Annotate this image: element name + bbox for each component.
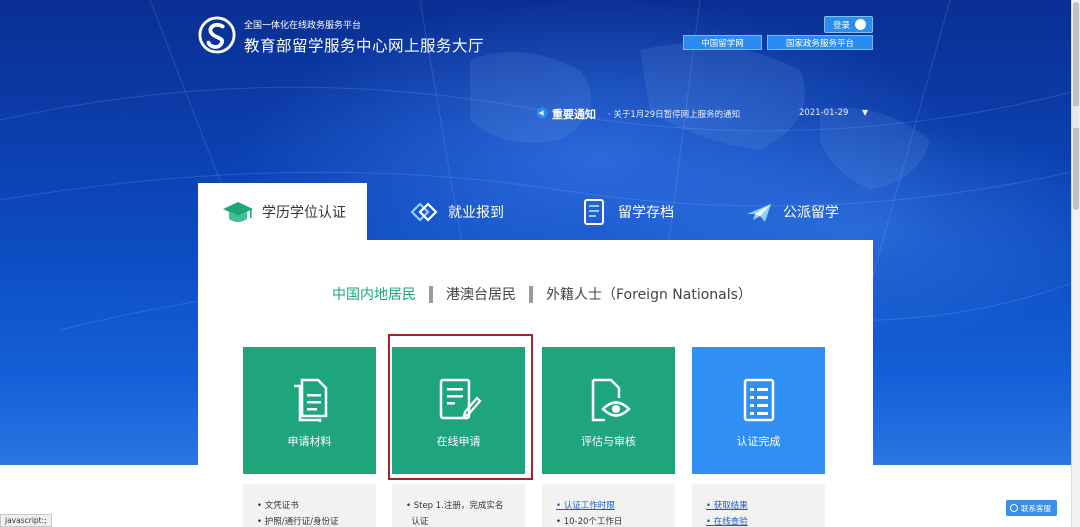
link-china-study-abroad[interactable]: 中国留学网	[683, 35, 762, 50]
tab-study-abroad-archive[interactable]: 留学存档	[578, 183, 708, 240]
highlight-box	[388, 334, 533, 480]
step-info-online-application: • Step 1.注册，完成实名 认证	[392, 484, 525, 527]
tab-label: 就业报到	[448, 204, 504, 221]
document-review-icon	[591, 378, 631, 422]
category-mainland-residents[interactable]: 中国内地居民	[332, 284, 416, 304]
step-info-materials: • 文凭证书 • 护照/通行证/身份证	[243, 484, 376, 527]
notice-date: 2021-01-29	[799, 108, 849, 118]
info-link-online-verification[interactable]: • 在线查验	[706, 514, 825, 527]
category-hk-macao-taiwan[interactable]: 港澳台居民	[446, 284, 516, 304]
info-line: • 文凭证书	[257, 501, 299, 511]
login-button[interactable]: 登录	[824, 16, 873, 33]
tab-employment-report[interactable]: 就业报到	[408, 183, 538, 240]
contact-service-label: 联系客服	[1021, 503, 1051, 513]
step-application-materials[interactable]: 申请材料	[243, 347, 376, 474]
notice-link[interactable]: · 关于1月29日暂停网上服务的通知	[608, 108, 740, 120]
category-divider	[529, 285, 533, 303]
tab-degree-certification[interactable]: 学历学位认证	[198, 183, 367, 240]
notice-dropdown-arrow-icon[interactable]: ▼	[862, 108, 868, 117]
employment-icon	[410, 201, 438, 222]
info-line: • 10-20个工作日	[556, 517, 623, 527]
documents-icon	[294, 378, 328, 422]
site-subtitle: 全国一体化在线政务服务平台	[244, 21, 362, 31]
page-scrollbar[interactable]	[1071, 0, 1080, 527]
step-info-review: • 认证工作时限 • 10-20个工作日	[542, 484, 675, 527]
contact-service-button[interactable]: 联系客服	[1006, 500, 1057, 516]
info-line: 认证	[406, 517, 429, 527]
checklist-icon	[743, 378, 775, 422]
browser-status-bar: javascript:;	[0, 514, 52, 527]
notice-label: 重要通知	[552, 108, 596, 121]
scrollbar-track-segment	[1072, 106, 1079, 128]
step-evaluation-review[interactable]: 评估与审核	[542, 347, 675, 474]
tab-label: 学历学位认证	[262, 204, 346, 221]
info-line: • Step 1.注册，完成实名	[406, 501, 504, 511]
user-icon	[855, 19, 866, 30]
applicant-category-selector: 中国内地居民 港澳台居民 外籍人士（Foreign Nationals）	[332, 284, 752, 304]
step-label: 认证完成	[736, 435, 781, 448]
step-label: 申请材料	[287, 435, 332, 448]
info-link-get-result[interactable]: • 获取结果	[706, 498, 825, 514]
step-label: 评估与审核	[581, 435, 636, 448]
step-certification-complete[interactable]: 认证完成	[692, 347, 825, 474]
graduation-cap-icon	[223, 201, 253, 222]
archive-icon	[584, 198, 604, 225]
site-logo-icon[interactable]	[198, 16, 236, 54]
link-national-gov-service-platform[interactable]: 国家政务服务平台	[767, 35, 873, 50]
step-info-complete: • 获取结果 • 在线查验	[692, 484, 825, 527]
category-foreign-nationals[interactable]: 外籍人士（Foreign Nationals）	[546, 284, 752, 304]
tab-label: 留学存档	[618, 204, 674, 221]
tab-label: 公派留学	[783, 204, 839, 221]
info-link-work-time-limit[interactable]: • 认证工作时限	[556, 498, 675, 514]
airplane-icon	[747, 203, 771, 222]
chat-icon	[1010, 504, 1018, 512]
site-title[interactable]: 教育部留学服务中心网上服务大厅	[244, 34, 484, 56]
tab-government-sponsored-study[interactable]: 公派留学	[743, 183, 873, 240]
step-arrow-icon	[675, 400, 685, 420]
service-tabs: 学历学位认证 就业报到 留学存档 公派留学	[198, 183, 873, 240]
step-arrow-icon	[376, 400, 386, 420]
login-label: 登录	[833, 20, 851, 31]
notice-speaker-icon	[536, 107, 548, 119]
info-line: • 护照/通行证/身份证	[257, 517, 339, 527]
category-divider	[429, 285, 433, 303]
